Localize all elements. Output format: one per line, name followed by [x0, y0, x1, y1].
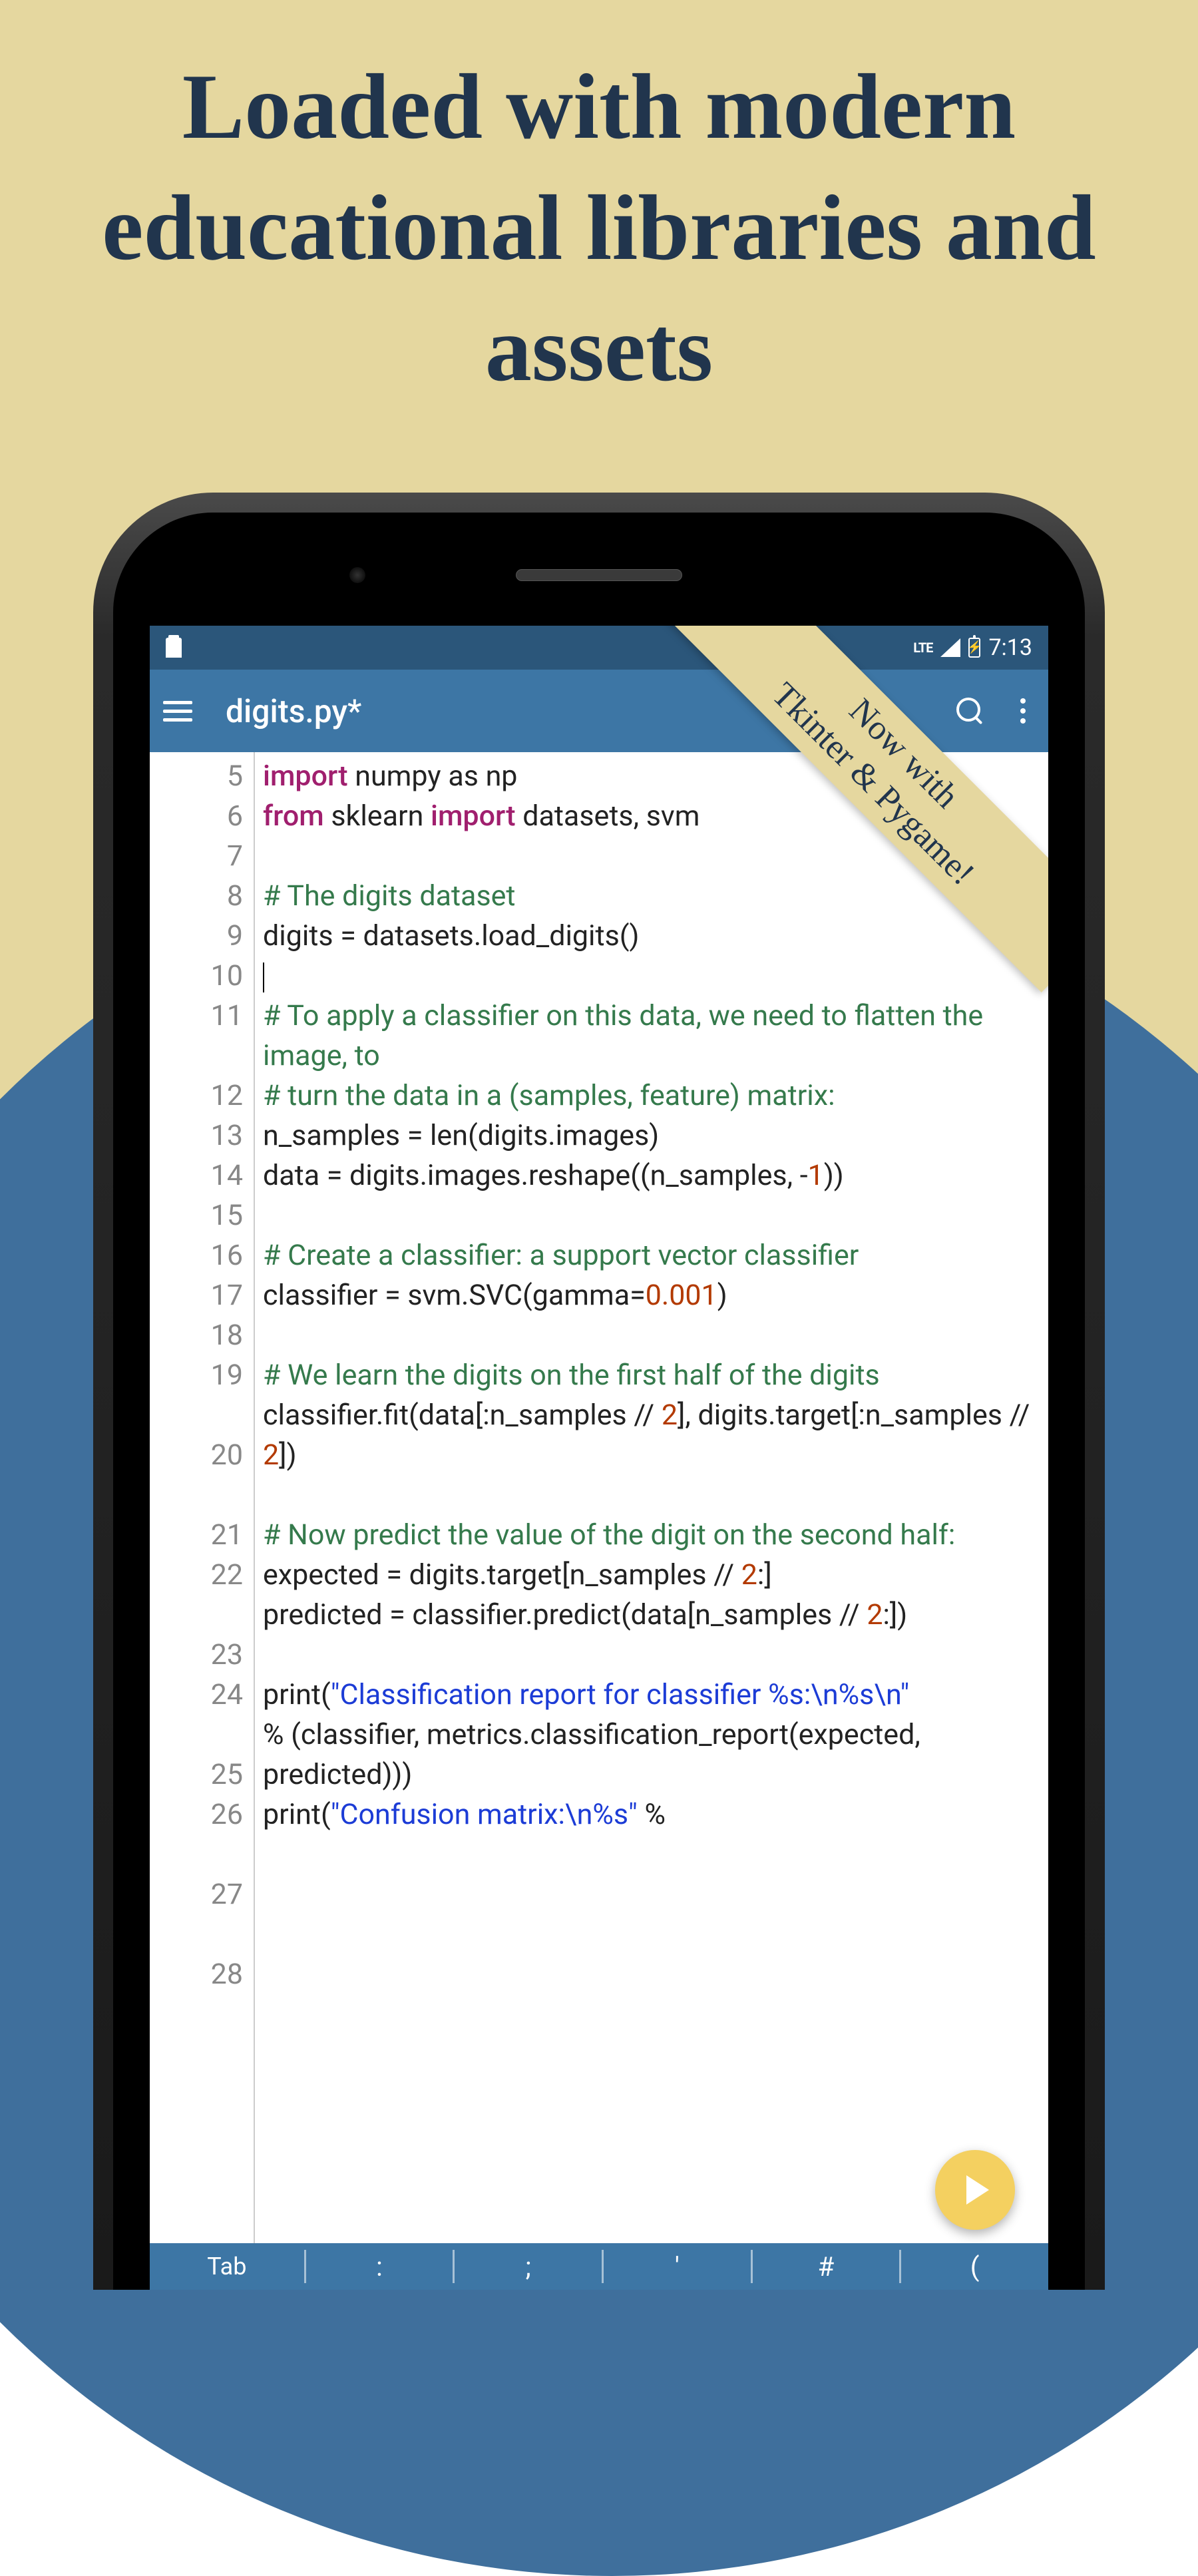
phone-frame: LTE ⚡ 7:13 digits.py* 567891011121314151…: [93, 493, 1105, 2290]
screen: LTE ⚡ 7:13 digits.py* 567891011121314151…: [150, 626, 1048, 2290]
line-number: 25: [150, 1755, 243, 1795]
phone-speaker: [516, 569, 682, 581]
line-number: 28: [150, 1954, 243, 1994]
line-number: 26: [150, 1795, 243, 1874]
line-number: 13: [150, 1116, 243, 1156]
line-number: 9: [150, 916, 243, 956]
code-line[interactable]: % (classifier, metrics.classification_re…: [263, 1715, 1043, 1795]
line-number-gutter: 5678910111213141516171819202122232425262…: [150, 752, 255, 2243]
line-number: 10: [150, 956, 243, 996]
line-number: 16: [150, 1235, 243, 1275]
line-number: 22: [150, 1555, 243, 1635]
code-content[interactable]: import numpy as npfrom sklearn import da…: [255, 752, 1048, 2243]
code-line[interactable]: [263, 956, 1043, 996]
headline-text: Loaded with modern educational libraries…: [0, 47, 1198, 410]
toolbar-key[interactable]: ': [604, 2243, 751, 2290]
line-number: 20: [150, 1435, 243, 1515]
play-icon: [966, 2175, 989, 2205]
code-line[interactable]: classifier = svm.SVC(gamma=0.001): [263, 1275, 1043, 1315]
line-number: 23: [150, 1635, 243, 1675]
code-line[interactable]: [263, 1315, 1043, 1355]
toolbar-key[interactable]: #: [753, 2243, 900, 2290]
code-line[interactable]: [263, 1635, 1043, 1675]
code-line[interactable]: data = digits.images.reshape((n_samples,…: [263, 1156, 1043, 1195]
menu-button[interactable]: [163, 694, 192, 728]
line-number: 27: [150, 1874, 243, 1954]
symbol-toolbar: Tab:;'#(: [150, 2243, 1048, 2290]
code-line[interactable]: # turn the data in a (samples, feature) …: [263, 1076, 1043, 1116]
code-line[interactable]: # Create a classifier: a support vector …: [263, 1235, 1043, 1275]
text-cursor: [263, 963, 264, 992]
signal-icon: [940, 638, 960, 657]
code-line[interactable]: classifier.fit(data[:n_samples // 2], di…: [263, 1395, 1043, 1475]
code-line[interactable]: # The digits dataset: [263, 876, 1043, 916]
code-line[interactable]: print("Classification report for classif…: [263, 1675, 1043, 1715]
line-number: 12: [150, 1076, 243, 1116]
toolbar-key[interactable]: Tab: [150, 2243, 304, 2290]
code-line[interactable]: print("Confusion matrix:\n%s" %: [263, 1795, 1043, 1834]
code-line[interactable]: # Now predict the value of the digit on …: [263, 1515, 1043, 1555]
code-line[interactable]: # We learn the digits on the first half …: [263, 1355, 1043, 1395]
line-number: 21: [150, 1515, 243, 1555]
run-button[interactable]: [935, 2150, 1015, 2230]
network-label: LTE: [913, 640, 932, 656]
line-number: 5: [150, 756, 243, 796]
line-number: 11: [150, 996, 243, 1076]
toolbar-key[interactable]: (: [901, 2243, 1048, 2290]
line-number: 7: [150, 836, 243, 876]
code-line[interactable]: [263, 1195, 1043, 1235]
code-line[interactable]: n_samples = len(digits.images): [263, 1116, 1043, 1156]
line-number: 19: [150, 1355, 243, 1435]
code-line[interactable]: predicted = classifier.predict(data[n_sa…: [263, 1595, 1043, 1635]
code-line[interactable]: # To apply a classifier on this data, we…: [263, 996, 1043, 1076]
overflow-menu-button[interactable]: [1011, 698, 1035, 724]
line-number: 18: [150, 1315, 243, 1355]
line-number: 8: [150, 876, 243, 916]
code-line[interactable]: [263, 1475, 1043, 1515]
code-line[interactable]: digits = datasets.load_digits(): [263, 916, 1043, 956]
search-button[interactable]: [955, 696, 984, 726]
line-number: 17: [150, 1275, 243, 1315]
line-number: 6: [150, 796, 243, 836]
clock-time: 7:13: [988, 634, 1032, 661]
toolbar-key[interactable]: :: [306, 2243, 453, 2290]
sdcard-icon: [166, 638, 182, 658]
line-number: 15: [150, 1195, 243, 1235]
battery-charging-icon: ⚡: [968, 638, 980, 658]
line-number: 14: [150, 1156, 243, 1195]
phone-camera: [349, 567, 365, 583]
line-number: 24: [150, 1675, 243, 1755]
code-editor[interactable]: 5678910111213141516171819202122232425262…: [150, 752, 1048, 2243]
statusbar: LTE ⚡ 7:13: [150, 626, 1048, 670]
code-line[interactable]: expected = digits.target[n_samples // 2:…: [263, 1555, 1043, 1595]
toolbar-key[interactable]: ;: [455, 2243, 602, 2290]
